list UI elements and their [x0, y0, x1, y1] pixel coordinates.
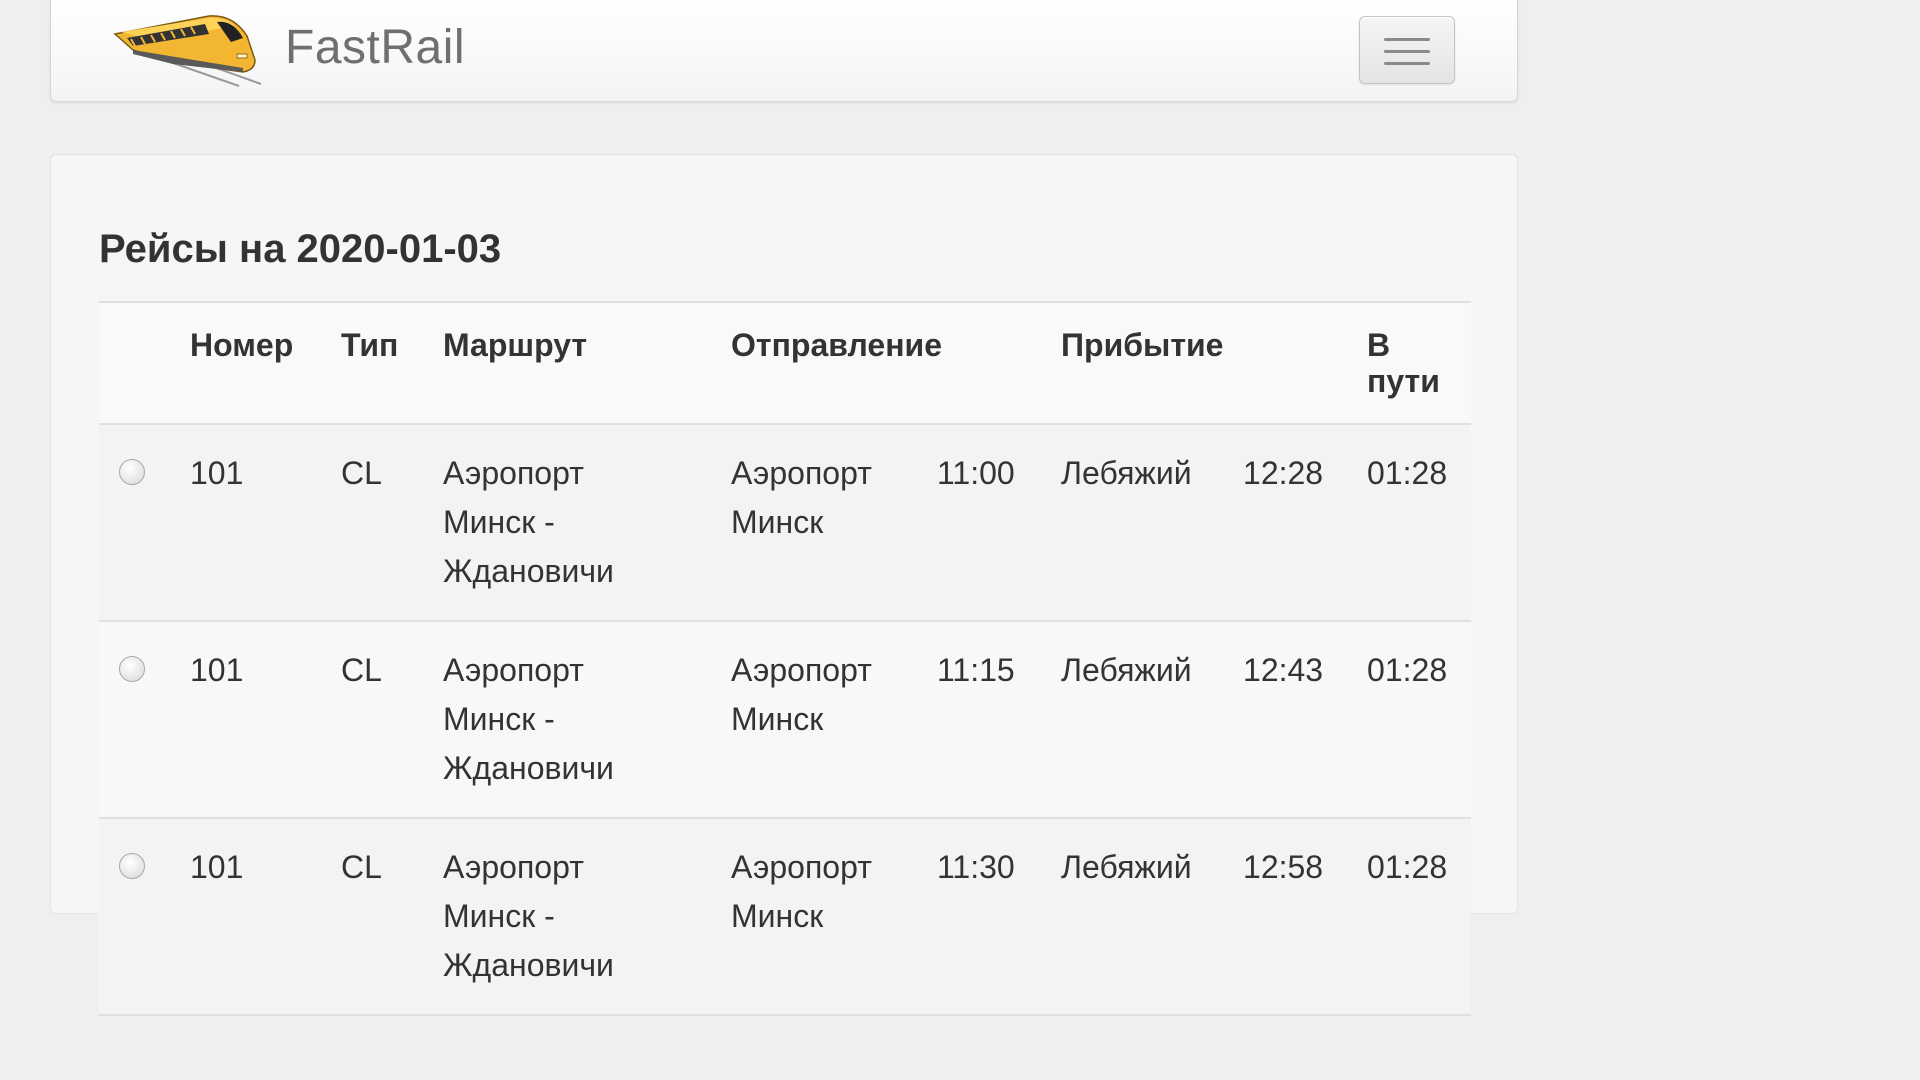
train-logo-icon[interactable]	[113, 12, 263, 90]
arrival-station: Лебяжий	[1061, 652, 1192, 688]
hamburger-menu-button[interactable]	[1359, 16, 1455, 84]
departure-station: Аэропорт Минск	[731, 455, 872, 540]
brand-name[interactable]: FastRail	[285, 20, 465, 75]
hamburger-menu-icon	[1384, 50, 1430, 53]
trip-number: 101	[190, 455, 244, 491]
select-cell	[99, 621, 190, 818]
trip-type: CL	[341, 849, 382, 885]
trips-table-wrapper: Номер Тип Маршрут Отправление Прибытие В…	[99, 301, 1472, 1016]
table-row[interactable]: 101 CL Аэропорт Минск - Ждановичи Аэропо…	[99, 818, 1472, 1015]
table-row[interactable]: 101 CL Аэропорт Минск - Ждановичи Аэропо…	[99, 621, 1472, 818]
arrival-station: Лебяжий	[1061, 455, 1192, 491]
select-cell	[99, 818, 190, 1015]
arrival-time: 12:28	[1243, 455, 1324, 491]
trip-number: 101	[190, 849, 244, 885]
navbar: FastRail	[50, 0, 1518, 102]
trip-duration: 01:28	[1367, 455, 1448, 491]
header-route: Маршрут	[443, 327, 588, 363]
hamburger-menu-icon	[1384, 62, 1430, 65]
trip-route: Аэропорт Минск - Ждановичи	[443, 455, 614, 589]
table-row[interactable]: 101 CL Аэропорт Минск - Ждановичи Аэропо…	[99, 424, 1472, 621]
arrival-time: 12:58	[1243, 849, 1324, 885]
departure-time: 11:30	[937, 849, 1015, 885]
page-title: Рейсы на 2020-01-03	[99, 227, 502, 271]
header-type: Тип	[341, 327, 399, 363]
trip-type: CL	[341, 455, 382, 491]
table-header-row: Номер Тип Маршрут Отправление Прибытие В…	[99, 302, 1472, 424]
header-arrival: Прибытие	[1061, 327, 1224, 363]
trip-select-radio[interactable]	[119, 853, 145, 879]
trip-number: 101	[190, 652, 244, 688]
trip-type: CL	[341, 652, 382, 688]
departure-time: 11:00	[937, 455, 1015, 491]
departure-station: Аэропорт Минск	[731, 652, 872, 737]
trip-route: Аэропорт Минск - Ждановичи	[443, 849, 614, 983]
trip-duration: 01:28	[1367, 849, 1448, 885]
trip-route: Аэропорт Минск - Ждановичи	[443, 652, 614, 786]
hamburger-menu-icon	[1384, 38, 1430, 41]
arrival-station: Лебяжий	[1061, 849, 1192, 885]
trip-duration: 01:28	[1367, 652, 1448, 688]
header-select	[99, 302, 190, 424]
header-departure: Отправление	[731, 327, 942, 363]
content-panel: Рейсы на 2020-01-03 Номер Тип Маршрут От…	[50, 154, 1518, 1015]
arrival-time: 12:43	[1243, 652, 1324, 688]
header-number: Номер	[190, 327, 294, 363]
header-duration: В пути	[1367, 327, 1440, 399]
select-cell	[99, 424, 190, 621]
departure-time: 11:15	[937, 652, 1015, 688]
trip-select-radio[interactable]	[119, 656, 145, 682]
trips-table: Номер Тип Маршрут Отправление Прибытие В…	[99, 301, 1472, 1016]
departure-station: Аэропорт Минск	[731, 849, 872, 934]
trip-select-radio[interactable]	[119, 459, 145, 485]
